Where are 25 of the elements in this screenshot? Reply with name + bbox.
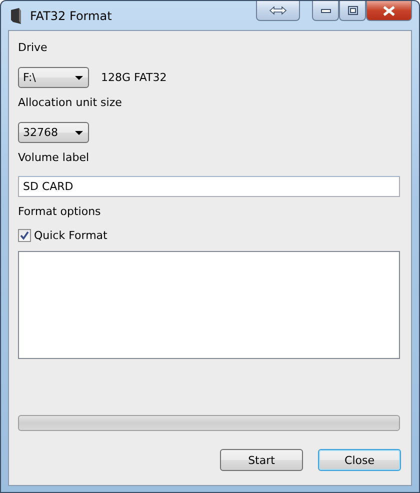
drive-dropdown[interactable]: F:\: [18, 67, 89, 88]
minimize-button[interactable]: [312, 1, 339, 21]
allocation-dropdown[interactable]: 32768: [18, 122, 89, 143]
field-label: Volume label: [18, 151, 90, 166]
checkbox[interactable]: [18, 229, 31, 242]
dialog-button[interactable]: Close: [318, 449, 401, 471]
close-icon: [383, 6, 395, 16]
minimize-icon: [320, 8, 330, 12]
double-arrow-icon: [269, 6, 287, 15]
drive-info: 128G FAT32: [101, 71, 167, 84]
resize-button[interactable]: [256, 1, 300, 21]
section-label: Format options: [18, 205, 102, 220]
check-icon: [20, 231, 29, 240]
field-label: Allocation unit size: [18, 96, 123, 111]
field-label: Drive: [18, 41, 48, 56]
drive-icon: [10, 8, 22, 24]
caret-icon: [75, 130, 83, 134]
close-window-button[interactable]: [366, 1, 412, 21]
dialog-button[interactable]: Start: [220, 449, 303, 471]
maximize-button[interactable]: [339, 1, 366, 21]
maximize-icon: [348, 6, 358, 15]
input-field[interactable]: SD CARD: [18, 176, 400, 197]
window-title: FAT32 Format: [30, 8, 113, 22]
checkbox-label: Quick Format: [34, 229, 108, 242]
caret-icon: [75, 76, 83, 80]
